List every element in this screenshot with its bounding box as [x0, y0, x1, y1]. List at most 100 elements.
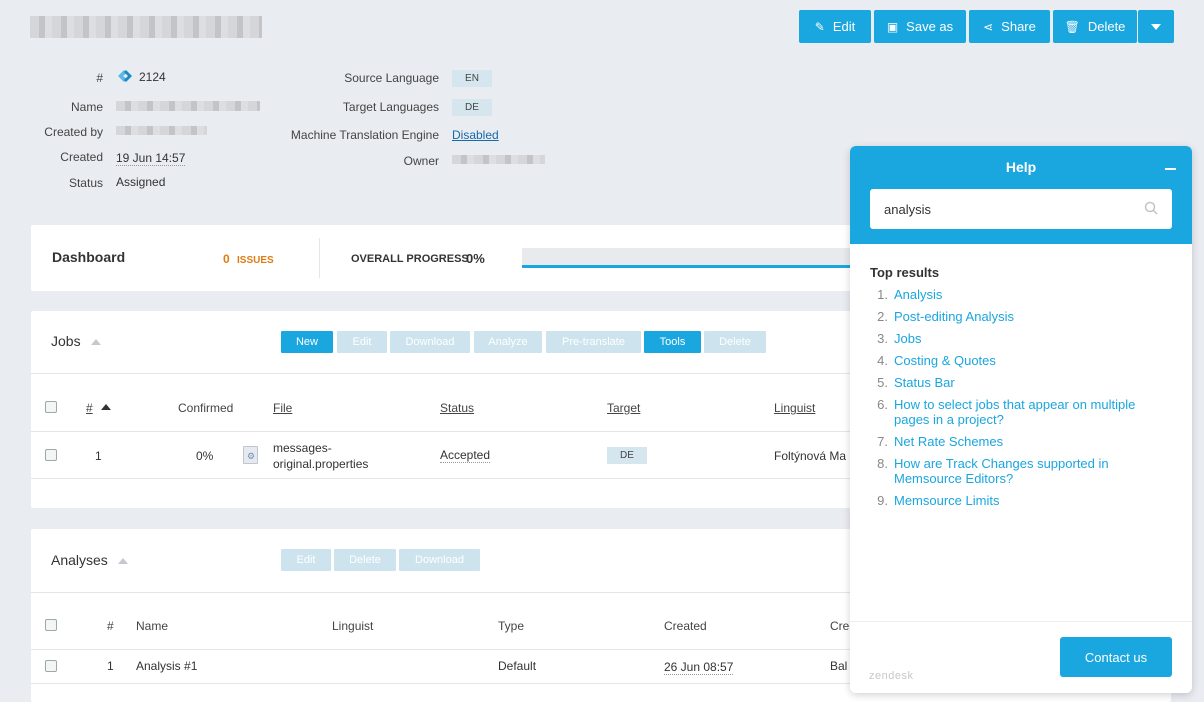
target-language-badge: DE: [452, 99, 492, 116]
analyses-col-created-by: Cre: [830, 619, 850, 633]
dashboard-divider: [319, 238, 320, 278]
job-edit-button[interactable]: Edit: [337, 331, 387, 353]
created-by-label: Created by: [44, 125, 103, 139]
pencil-icon: ✎: [814, 19, 825, 34]
overall-progress-value: 0%: [466, 251, 485, 266]
status-value: Assigned: [116, 175, 166, 189]
job-row-file[interactable]: messages- original.properties: [273, 440, 368, 472]
analysis-row-checkbox[interactable]: [45, 660, 57, 672]
overall-progress-label: OVERALL PROGRESS: [351, 253, 469, 265]
jobs-col-status[interactable]: Status: [440, 401, 474, 415]
share-button[interactable]: ⋖ Share: [969, 10, 1050, 43]
collapse-caret-icon: [90, 339, 101, 346]
source-language-badge: EN: [452, 70, 492, 87]
help-search-input[interactable]: analysis: [870, 189, 1172, 229]
analyses-title[interactable]: Analyses: [51, 552, 128, 568]
edit-button[interactable]: ✎ Edit: [799, 10, 871, 43]
project-title-redacted: [30, 16, 262, 38]
trash-icon: 🗑: [1064, 19, 1080, 34]
help-footer: zendesk Contact us: [850, 621, 1192, 693]
job-tools-button[interactable]: Tools: [644, 331, 701, 353]
owner-redacted: [452, 155, 545, 164]
help-header: Help analysis: [850, 146, 1192, 244]
analyses-col-num: #: [107, 619, 114, 633]
analysis-row-num: 1: [107, 659, 114, 673]
created-label: Created: [60, 150, 103, 164]
help-result-item[interactable]: 9. Memsource Limits: [870, 493, 1170, 508]
help-results-list: 1. Analysis 2. Post-editing Analysis 3. Job…: [870, 287, 1170, 515]
project-logo-icon: [116, 68, 134, 84]
minimize-icon[interactable]: [1165, 168, 1176, 170]
id-label: #: [96, 71, 103, 85]
project-toolbar: ✎ Edit ▣ Save as ⋖ Share 🗑 Delete: [799, 10, 1177, 43]
job-row-status[interactable]: Accepted: [440, 448, 491, 463]
help-title: Help: [1005, 159, 1037, 175]
floppy-icon: ▣: [886, 19, 899, 34]
more-actions-dropdown[interactable]: [1138, 10, 1174, 43]
job-row-confirmed: 0%: [196, 449, 214, 463]
created-by-redacted: [116, 126, 207, 135]
caret-down-icon: [1151, 23, 1161, 30]
job-download-button[interactable]: Download: [390, 331, 470, 353]
jobs-title[interactable]: Jobs: [51, 333, 101, 349]
file-properties-icon: ⚙: [243, 446, 258, 464]
job-pretranslate-button[interactable]: Pre-translate: [546, 331, 641, 353]
name-label: Name: [70, 100, 103, 114]
analysis-download-button[interactable]: Download: [399, 549, 480, 571]
help-result-item[interactable]: 8. How are Track Changes supported in Mem…: [870, 456, 1170, 486]
owner-label: Owner: [403, 154, 439, 168]
analyses-select-all-checkbox[interactable]: [45, 619, 57, 631]
job-row-num: 1: [95, 449, 102, 463]
target-languages-label: Target Languages: [342, 100, 439, 114]
help-result-item[interactable]: 1. Analysis: [870, 287, 1170, 302]
analysis-delete-button[interactable]: Delete: [334, 549, 396, 571]
created-date: 19 Jun 14:57: [116, 151, 186, 166]
jobs-col-num[interactable]: #: [86, 401, 93, 415]
source-language-label: Source Language: [344, 71, 439, 85]
jobs-col-file[interactable]: File: [273, 401, 292, 415]
analysis-row-type: Default: [498, 659, 537, 673]
mt-engine-link[interactable]: Disabled: [452, 128, 499, 142]
share-icon: ⋖: [983, 19, 994, 34]
jobs-select-all-checkbox[interactable]: [45, 401, 57, 413]
analyses-col-name: Name: [136, 619, 169, 633]
help-result-item[interactable]: 4. Costing & Quotes: [870, 353, 1170, 368]
contact-us-button[interactable]: Contact us: [1060, 637, 1172, 677]
job-row-linguist[interactable]: Foltýnová Ma: [774, 449, 846, 463]
help-result-item[interactable]: 6. How to select jobs that appear on mult…: [870, 397, 1170, 427]
analysis-row-name[interactable]: Analysis #1: [136, 659, 197, 673]
delete-button[interactable]: 🗑 Delete: [1053, 10, 1137, 43]
status-label: Status: [68, 176, 103, 190]
analyses-col-linguist: Linguist: [332, 619, 374, 633]
collapse-caret-icon: [117, 558, 128, 565]
help-search-value: analysis: [884, 201, 931, 217]
project-name-redacted: [116, 101, 260, 111]
jobs-col-confirmed: Confirmed: [178, 401, 234, 415]
job-row-target-badge: DE: [607, 447, 647, 464]
mt-engine-label: Machine Translation Engine: [290, 128, 439, 142]
sort-asc-icon[interactable]: [101, 404, 111, 410]
help-result-item[interactable]: 7. Net Rate Schemes: [870, 434, 1170, 449]
help-result-item[interactable]: 3. Jobs: [870, 331, 1170, 346]
analysis-edit-button[interactable]: Edit: [281, 549, 331, 571]
issues-count[interactable]: 0 ISSUES: [223, 252, 274, 266]
job-row-checkbox[interactable]: [45, 449, 57, 461]
help-result-item[interactable]: 2. Post-editing Analysis: [870, 309, 1170, 324]
job-delete-button[interactable]: Delete: [704, 331, 766, 353]
job-new-button[interactable]: New: [281, 331, 333, 353]
analyses-col-created: Created: [664, 619, 707, 633]
search-icon[interactable]: [1144, 201, 1158, 218]
analysis-row-created: 26 Jun 08:57: [664, 660, 734, 675]
jobs-col-linguist[interactable]: Linguist: [774, 401, 815, 415]
analysis-row-created-by: Bal: [830, 659, 848, 673]
help-result-item[interactable]: 5. Status Bar: [870, 375, 1170, 390]
save-as-button[interactable]: ▣ Save as: [874, 10, 966, 43]
analyses-col-type: Type: [498, 619, 525, 633]
jobs-col-target[interactable]: Target: [607, 401, 640, 415]
project-id-value: 2124: [139, 70, 166, 84]
zendesk-logo[interactable]: zendesk: [869, 670, 913, 682]
job-analyze-button[interactable]: Analyze: [474, 331, 542, 353]
help-widget: Help analysis Top results 1. Analysis 2. P…: [850, 146, 1192, 693]
top-results-heading: Top results: [870, 265, 940, 280]
dashboard-title: Dashboard: [52, 249, 126, 265]
